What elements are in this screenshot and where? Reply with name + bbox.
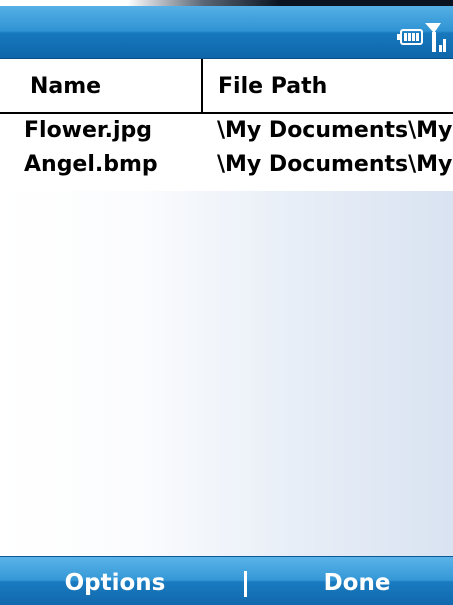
file-list: Name File Path Flower.jpg \My Documents\… [0,59,453,556]
list-item[interactable]: Angel.bmp \My Documents\My [0,150,453,180]
battery-icon [397,29,423,45]
list-item-name: Flower.jpg [24,118,153,143]
list-item-path: \My Documents\My [217,152,453,177]
softkey-bar: Options Done [0,556,453,605]
done-softkey[interactable]: Done [282,566,432,600]
list-item-name: Angel.bmp [24,152,158,177]
list-item[interactable]: Flower.jpg \My Documents\My [0,116,453,146]
column-header-row: Name File Path [0,59,453,114]
column-header-file-path[interactable]: File Path [218,72,327,102]
list-item-path: \My Documents\My [217,118,453,143]
status-bar [0,6,453,59]
options-softkey[interactable]: Options [40,566,190,600]
column-header-name[interactable]: Name [30,72,101,102]
signal-icon [425,23,446,52]
column-divider[interactable] [201,59,203,114]
softkey-divider [244,571,247,597]
